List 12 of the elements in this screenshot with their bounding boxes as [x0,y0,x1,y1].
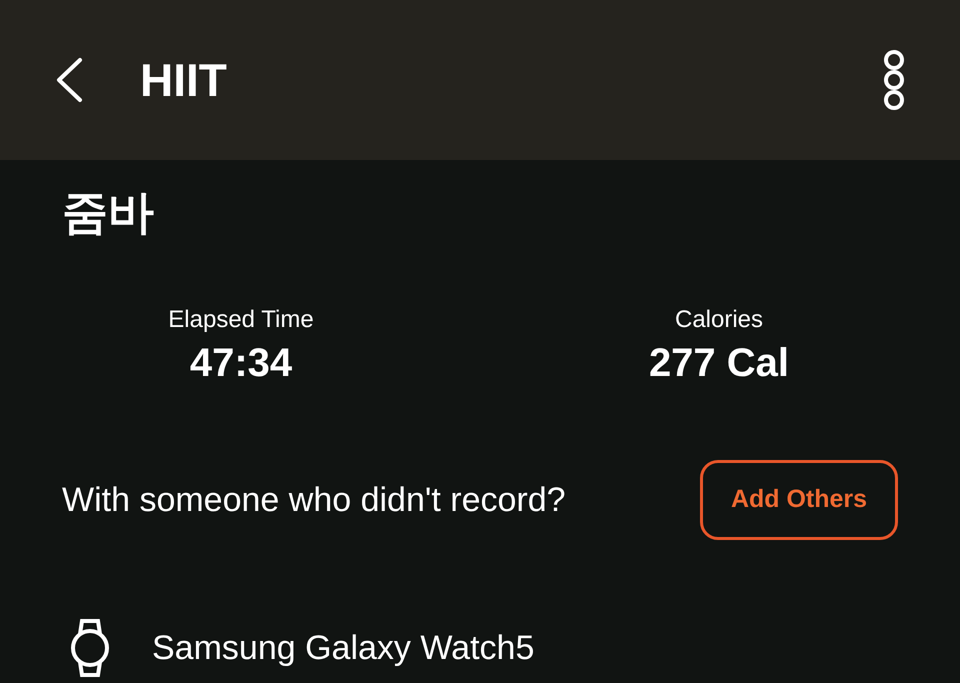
add-others-button[interactable]: Add Others [700,460,898,540]
watch-icon [68,618,112,678]
device-name: Samsung Galaxy Watch5 [152,628,534,668]
more-icon [882,50,906,110]
stat-label: Calories [674,306,764,334]
stat-label: Elapsed Time [168,306,314,334]
back-icon [54,57,84,103]
activity-name: 줌바 [62,186,154,238]
stat-value: 277 Cal [648,340,790,387]
stat-value: 47:34 [190,340,292,387]
page-title: HIIT [140,52,227,108]
companion-question: With someone who didn't record? [62,480,566,520]
